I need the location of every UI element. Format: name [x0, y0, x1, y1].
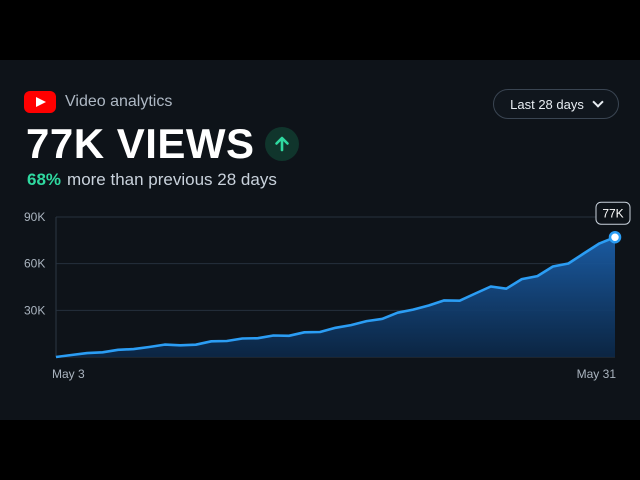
y-tick-label: 60K: [24, 257, 45, 271]
y-tick-label: 30K: [24, 303, 45, 317]
data-point: [598, 242, 600, 244]
area-fill: [56, 237, 615, 357]
data-point: [288, 335, 290, 337]
data-point: [366, 320, 368, 322]
data-point: [490, 286, 492, 288]
x-tick-label-end: May 31: [577, 367, 617, 381]
x-tick-label-start: May 3: [52, 367, 85, 381]
data-point: [552, 265, 554, 267]
data-point: [195, 344, 197, 346]
data-point: [257, 337, 259, 339]
data-point: [86, 352, 88, 354]
data-point: [102, 351, 104, 353]
data-point: [319, 331, 321, 333]
data-point: [474, 293, 476, 295]
data-point: [412, 309, 414, 311]
data-point: [335, 327, 337, 329]
last-value-tooltip: 77K: [595, 201, 631, 225]
data-point: [303, 331, 305, 333]
data-point: [428, 305, 430, 307]
views-chart: 90K 60K 30K 77K May 3 May 31: [24, 201, 631, 381]
data-point: [521, 278, 523, 280]
analytics-card: Video analytics Last 28 days 77K VIEWS 6…: [0, 60, 640, 420]
data-point: [381, 318, 383, 320]
data-point: [350, 324, 352, 326]
data-point: [117, 349, 119, 351]
data-point: [443, 299, 445, 301]
data-point: [272, 335, 274, 337]
data-point: [583, 252, 585, 254]
data-point: [179, 344, 181, 346]
y-tick-label: 90K: [24, 210, 45, 224]
data-point: [241, 337, 243, 339]
data-point: [567, 263, 569, 265]
data-point: [459, 300, 461, 302]
data-point: [397, 312, 399, 314]
data-point: [536, 275, 538, 277]
tooltip-text: 77K: [602, 207, 623, 221]
data-point: [133, 348, 135, 350]
data-point: [71, 354, 73, 356]
data-point: [505, 288, 507, 290]
data-point: [164, 344, 166, 346]
last-data-point[interactable]: [608, 230, 622, 244]
data-point: [148, 346, 150, 348]
data-point: [226, 340, 228, 342]
data-point: [210, 340, 212, 342]
data-point: [55, 356, 57, 358]
